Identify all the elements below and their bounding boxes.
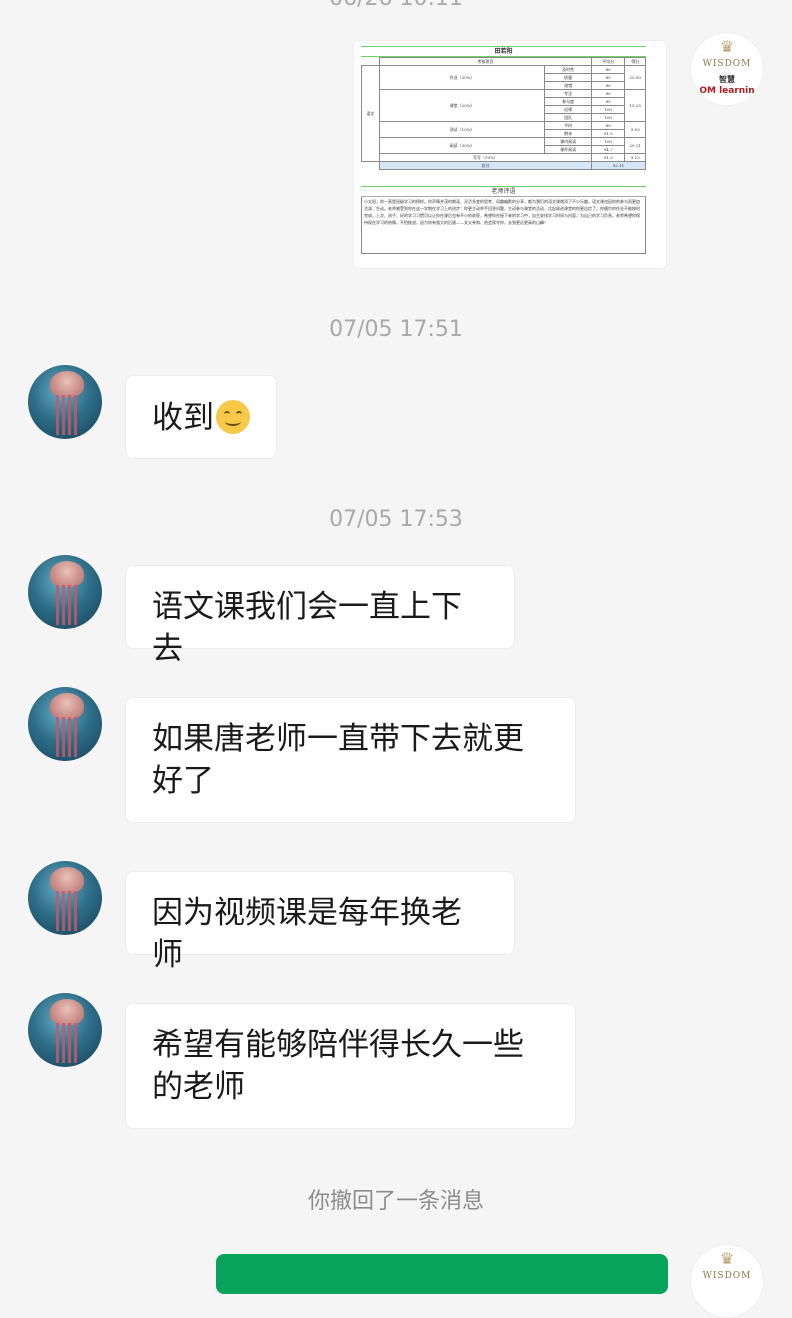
report-avg: 85 (590, 73, 626, 82)
crown-icon: ♛ (719, 1249, 735, 1268)
report-score: 19.25 (624, 89, 646, 122)
message-bubble[interactable]: 语文课我们会一直上下去 (125, 565, 515, 667)
report-group: 阅读（30%） (378, 137, 546, 154)
peer-avatar[interactable] (28, 687, 102, 761)
report-student-name: 田若阳 (361, 46, 646, 57)
report-sub: 平时 (544, 121, 592, 130)
report-sub: 课内阅读 (544, 137, 592, 146)
report-header-item: 考核项目 (378, 57, 592, 66)
report-avg: 100 (590, 105, 626, 114)
self-message-bubble[interactable] (216, 1254, 668, 1294)
self-avatar[interactable]: ♛ WISDOM (690, 1244, 764, 1318)
report-total-label: 总分 (378, 161, 592, 170)
report-avg: 80 (590, 65, 626, 74)
report-comment-text: 小太阳，你一直是班级学习的榜样。你声情并茂的朗读、灵活多变的思考、风趣幽默的分享… (361, 197, 646, 254)
report-sub: 改错 (544, 81, 592, 90)
message-bubble[interactable]: 如果唐老师一直带下去就更好了 (125, 697, 576, 823)
message-bubble[interactable]: 收到 (125, 375, 277, 459)
report-image-message[interactable]: 田若阳 考核项目 平均分 得分 语文 作业（30%） 及时性 80 25.50 … (353, 40, 667, 269)
message-text: 因为视频课是每年换老师 (152, 895, 462, 973)
report-sub: 团队 (544, 113, 592, 122)
smiling-face-icon (216, 400, 250, 434)
report-score: 9.03 (624, 121, 646, 138)
crown-icon: ♛ (719, 37, 735, 56)
report-avg: 94.7 (590, 145, 626, 154)
timestamp: 07/05 17:53 (329, 507, 463, 532)
report-header-score: 得分 (624, 57, 646, 66)
report-group: 测试（10%） (378, 121, 546, 138)
report-sub: 及时性 (544, 65, 592, 74)
report-sub: 质量 (544, 73, 592, 82)
report-sub: 参与度 (544, 97, 592, 106)
report-comment-title: 老师评语 (361, 186, 646, 197)
report-avg: 90 (590, 89, 626, 98)
report-total-value: 92.11 (590, 161, 647, 170)
report-group: 写写（10%） (378, 153, 592, 162)
message-text: 希望有能够陪伴得长久一些的老师 (152, 1027, 524, 1105)
report-sub: 课外阅读 (544, 145, 592, 154)
report-avg: 95 (590, 97, 626, 106)
report-sub: 专注 (544, 89, 592, 98)
peer-avatar[interactable] (28, 993, 102, 1067)
report-table: 考核项目 平均分 得分 语文 作业（30%） 及时性 80 25.50 质量 8… (361, 57, 647, 170)
report-score: 29.21 (624, 137, 646, 154)
report-card-image: 田若阳 考核项目 平均分 得分 语文 作业（30%） 及时性 80 25.50 … (361, 46, 647, 254)
timestamp: 07/05 17:51 (329, 317, 463, 342)
report-sub: 纪律 (544, 105, 592, 114)
report-avg: 90 (590, 81, 626, 90)
peer-avatar[interactable] (28, 555, 102, 629)
message-bubble[interactable]: 因为视频课是每年换老师 (125, 871, 515, 973)
self-avatar[interactable]: ♛ WISDOM 智慧 OM learnin (690, 32, 764, 106)
report-avg: 100 (590, 137, 626, 146)
report-avg: 91.3 (590, 153, 626, 162)
recall-notice: 你撤回了一条消息 (307, 1189, 484, 1214)
peer-avatar[interactable] (28, 861, 102, 935)
badge-learning: OM learnin (699, 86, 755, 96)
report-group: 课堂（20%） (378, 89, 546, 122)
report-avg: 89 (590, 121, 626, 130)
report-avg: 100 (590, 113, 626, 122)
report-header-avg: 平均分 (590, 57, 626, 66)
message-text: 语文课我们会一直上下去 (152, 589, 462, 667)
report-group: 作业（30%） (378, 65, 546, 90)
report-avg: 91.5 (590, 129, 626, 138)
message-text: 如果唐老师一直带下去就更好了 (152, 721, 524, 799)
report-subject: 语文 (361, 65, 380, 162)
message-text: 收到 (152, 400, 214, 436)
badge-zhihui: 智慧 (719, 75, 735, 84)
report-score: 25.50 (624, 65, 646, 90)
report-score: 9.13 (624, 153, 646, 162)
badge-wisdom: WISDOM (702, 59, 752, 69)
message-bubble[interactable]: 希望有能够陪伴得长久一些的老师 (125, 1003, 576, 1129)
timestamp-partial: 06/26 10:11 (0, 0, 792, 11)
report-sub: 期末 (544, 129, 592, 138)
peer-avatar[interactable] (28, 365, 102, 439)
